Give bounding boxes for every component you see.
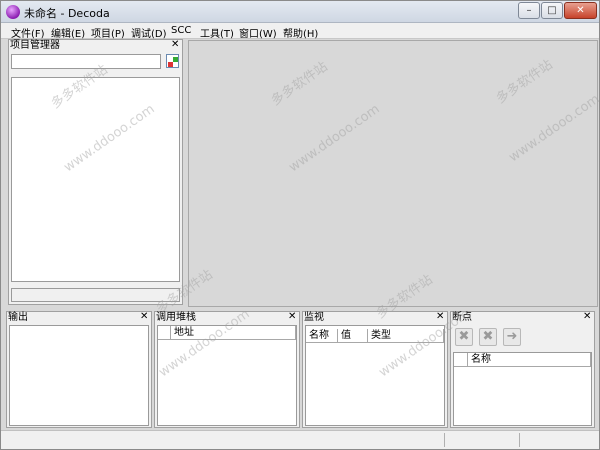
menu-debug[interactable]: 调试(D) xyxy=(131,25,167,40)
minimize-button[interactable]: – xyxy=(518,2,540,19)
editor-area[interactable] xyxy=(188,40,598,307)
call-stack-panel: 调用堆栈 ✕ 地址 xyxy=(154,311,300,428)
watch-col-name[interactable]: 名称 xyxy=(306,329,338,343)
delete-all-breakpoints-icon[interactable]: ✖ xyxy=(479,328,497,346)
output-text-area[interactable] xyxy=(9,325,149,426)
decoda-logo-icon xyxy=(6,5,20,19)
project-search-input[interactable] xyxy=(11,54,161,69)
menu-scc[interactable]: SCC xyxy=(171,25,191,36)
call-stack-gutter-header xyxy=(158,326,171,340)
breakpoints-close-icon[interactable]: ✕ xyxy=(583,311,591,323)
project-tree[interactable] xyxy=(11,77,180,282)
menu-help[interactable]: 帮助(H) xyxy=(283,25,318,40)
menu-project[interactable]: 项目(P) xyxy=(91,25,125,40)
call-stack-title: 调用堆栈 xyxy=(156,312,196,323)
window-title: 未命名 - Decoda xyxy=(24,7,110,20)
go-to-breakpoint-icon[interactable]: ➜ xyxy=(503,328,521,346)
delete-breakpoint-icon[interactable]: ✖ xyxy=(455,328,473,346)
breakpoints-gutter-header xyxy=(454,353,468,367)
call-stack-close-icon[interactable]: ✕ xyxy=(288,311,296,323)
maximize-button[interactable]: □ xyxy=(541,2,563,19)
breakpoints-col-name[interactable]: 名称 xyxy=(468,353,591,367)
project-manager-title: 项目管理器 xyxy=(10,40,60,51)
breakpoints-panel: 断点 ✕ ✖ ✖ ➜ 名称 xyxy=(450,311,595,428)
output-close-icon[interactable]: ✕ xyxy=(140,311,148,323)
menu-bar: 文件(F) 编辑(E) 项目(P) 调试(D) SCC 工具(T) 窗口(W) … xyxy=(1,23,599,40)
output-title: 输出 xyxy=(8,312,28,323)
menu-tools[interactable]: 工具(T) xyxy=(200,25,234,40)
app-window: 未命名 - Decoda – □ ✕ 文件(F) 编辑(E) 项目(P) 调试(… xyxy=(0,0,600,450)
menu-edit[interactable]: 编辑(E) xyxy=(51,25,85,40)
watch-title: 监视 xyxy=(304,312,324,323)
status-bar xyxy=(1,430,599,449)
project-status-strip xyxy=(11,288,180,302)
call-stack-col-address[interactable]: 地址 xyxy=(171,326,296,340)
call-stack-list[interactable]: 地址 xyxy=(157,325,297,426)
status-separator xyxy=(519,433,520,447)
menu-window[interactable]: 窗口(W) xyxy=(239,25,277,40)
project-manager-panel: 项目管理器 ✕ xyxy=(8,39,183,305)
menu-file[interactable]: 文件(F) xyxy=(11,25,45,40)
project-manager-close-icon[interactable]: ✕ xyxy=(171,39,179,51)
add-file-icon[interactable] xyxy=(166,54,179,68)
breakpoints-list[interactable]: 名称 xyxy=(453,352,592,426)
watch-col-value[interactable]: 值 xyxy=(338,329,368,343)
watch-col-type[interactable]: 类型 xyxy=(368,329,444,343)
close-window-button[interactable]: ✕ xyxy=(564,2,597,19)
breakpoints-title: 断点 xyxy=(452,312,472,323)
watch-list[interactable]: 名称 值 类型 xyxy=(305,325,445,426)
status-separator xyxy=(444,433,445,447)
output-panel: 输出 ✕ xyxy=(6,311,152,428)
watch-close-icon[interactable]: ✕ xyxy=(436,311,444,323)
watch-panel: 监视 ✕ 名称 值 类型 xyxy=(302,311,448,428)
title-bar[interactable]: 未命名 - Decoda – □ ✕ xyxy=(1,1,599,23)
